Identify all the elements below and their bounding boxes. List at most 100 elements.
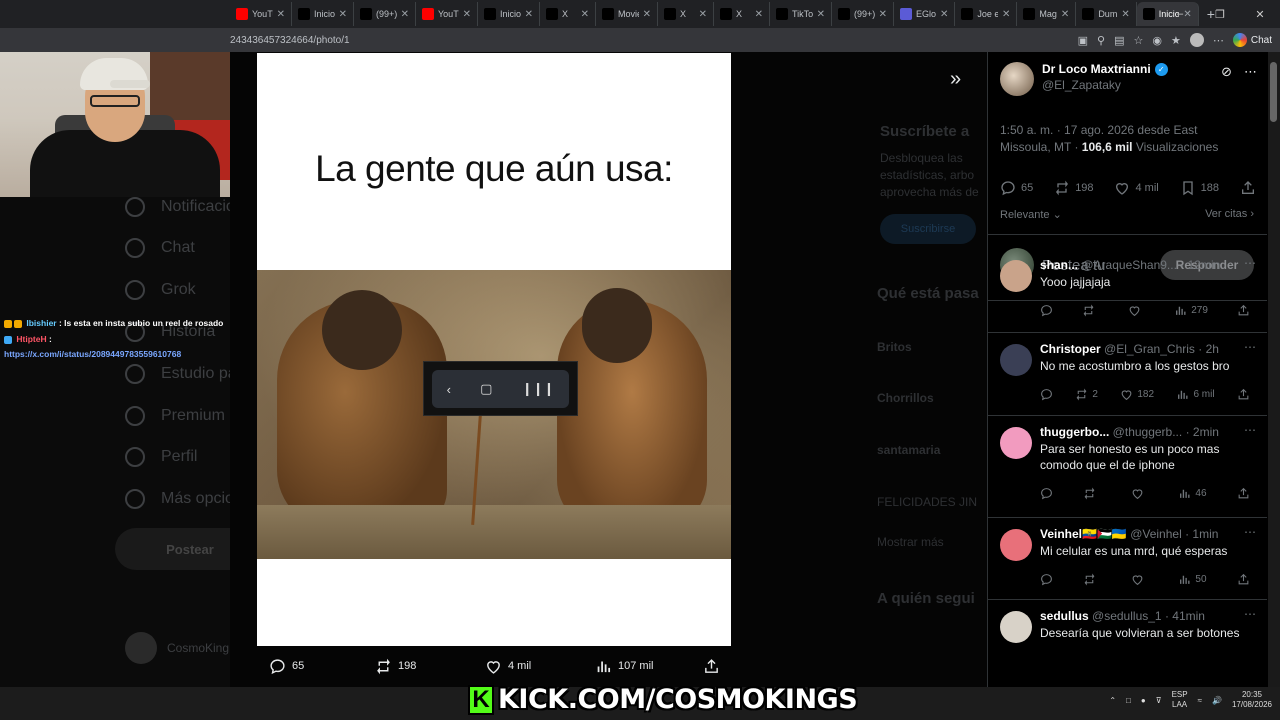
reply-author-handle[interactable]: @El_Gran_Chris	[1104, 342, 1195, 356]
like-button[interactable]	[1128, 304, 1145, 317]
trend-item[interactable]: santamaria	[877, 443, 940, 457]
close-tab-icon[interactable]: ✕	[643, 9, 651, 20]
browser-tab[interactable]: Mag ✕	[1017, 2, 1077, 26]
close-tab-icon[interactable]: ✕	[817, 9, 825, 20]
close-tab-icon[interactable]: ✕	[339, 9, 347, 20]
stream-chat-link[interactable]: https://x.com/i/status/20894497835596107…	[4, 349, 181, 360]
like-button[interactable]	[1131, 573, 1148, 586]
reply-button[interactable]	[1040, 487, 1053, 500]
browser-tab[interactable]: X ✕	[540, 2, 596, 26]
trend-item[interactable]: FELICIDADES JIN	[877, 495, 977, 509]
zoom-icon[interactable]: ⚲	[1097, 34, 1105, 47]
browser-tab[interactable]: X ✕	[658, 2, 714, 26]
trend-item[interactable]: Chorrillos	[877, 391, 934, 405]
share-button[interactable]	[1237, 388, 1250, 401]
profile-avatar-icon[interactable]	[1189, 33, 1204, 47]
subscribe-button[interactable]: Suscribirse	[880, 214, 976, 244]
browser-tab[interactable]: YouTub ✕	[230, 2, 292, 26]
reply-button[interactable]	[1040, 304, 1053, 317]
reply-author-handle[interactable]: @Veinhel	[1130, 527, 1182, 541]
reply-time[interactable]: · 12min	[1180, 258, 1220, 272]
views-button[interactable]: 6 mil	[1176, 388, 1215, 401]
sort-dropdown[interactable]: Relevante ⌄	[1000, 208, 1062, 221]
microphone-icon[interactable]: ●	[1141, 696, 1146, 705]
reply-author-handle[interactable]: @thuggerb...	[1113, 425, 1183, 439]
reply-time[interactable]: · 2h	[1198, 342, 1219, 356]
more-options-icon[interactable]: ⋯	[1244, 607, 1256, 621]
browser-tab[interactable]: YouTub ✕	[416, 2, 478, 26]
reply-author-name[interactable]: Veinhel🇪🇨🇵🇸🇺🇦	[1040, 527, 1127, 541]
reply-tweet[interactable]: shan... @AraqueShan9... · 12min ⋯ Yooo jaj…	[988, 250, 1267, 332]
reader-icon[interactable]: ▤	[1114, 34, 1124, 47]
scrollbar[interactable]	[1268, 52, 1280, 687]
close-tab-icon[interactable]: ✕	[879, 9, 887, 20]
browser-tab[interactable]: Inicio ✕	[478, 2, 540, 26]
close-window-icon[interactable]: ✕	[1240, 0, 1280, 28]
repost-button[interactable]	[1083, 573, 1100, 586]
tweet-image[interactable]: La gente que aún usa:	[257, 53, 731, 646]
view-quotes-link[interactable]: Ver citas ›	[1205, 208, 1254, 221]
reply-tweet[interactable]: thuggerbo... @thuggerb... · 2min ⋯ Para se…	[988, 417, 1267, 500]
expand-panel-icon[interactable]: »	[950, 68, 961, 91]
close-tab-icon[interactable]: ✕	[463, 9, 471, 20]
browser-tab[interactable]: Movie ✕	[596, 2, 658, 26]
close-tab-icon[interactable]: ✕	[525, 9, 533, 20]
nav-item[interactable]: Premium	[125, 406, 225, 426]
reply-author-handle[interactable]: @AraqueShan9...	[1081, 258, 1177, 272]
more-options-icon[interactable]: ⋯	[1244, 340, 1256, 354]
close-tab-icon[interactable]: ✕	[1061, 9, 1069, 20]
scrollbar-thumb[interactable]	[1270, 62, 1277, 122]
clock[interactable]: 20:35 17/08/2026	[1232, 690, 1272, 710]
reply-avatar[interactable]	[1000, 427, 1032, 459]
reply-button[interactable]	[1040, 388, 1053, 401]
account-switcher[interactable]: CosmoKing	[125, 632, 229, 664]
restore-icon[interactable]: ❐	[1200, 0, 1240, 28]
repost-button[interactable]: 2	[1075, 388, 1098, 401]
author-name[interactable]: Dr Loco Maxtrianni	[1042, 62, 1151, 76]
volume-icon[interactable]: 🔊	[1212, 696, 1222, 705]
close-tab-icon[interactable]: ✕	[1002, 9, 1010, 20]
close-tab-icon[interactable]: ✕	[699, 9, 707, 20]
like-button[interactable]	[1131, 487, 1148, 500]
views-button[interactable]: 46	[1178, 487, 1207, 500]
share-button[interactable]	[1237, 573, 1250, 586]
menu-dots-icon[interactable]: ⋯	[1213, 34, 1224, 47]
reply-author-name[interactable]: Christoper	[1040, 342, 1101, 356]
close-tab-icon[interactable]: ✕	[401, 9, 409, 20]
close-tab-icon[interactable]: ✕	[940, 9, 948, 20]
more-options-icon[interactable]: ⋯	[1244, 525, 1256, 539]
reply-author-name[interactable]: shan...	[1040, 258, 1078, 272]
author-handle[interactable]: @El_Zapataky	[1042, 78, 1168, 92]
close-tab-icon[interactable]: ✕	[277, 9, 285, 20]
reply-time[interactable]: · 2min	[1186, 425, 1219, 439]
more-options-icon[interactable]: ⋯	[1244, 256, 1256, 270]
extension-icon[interactable]: ◉	[1152, 34, 1162, 47]
nav-item[interactable]: Chat	[125, 238, 195, 258]
browser-tab[interactable]: (99+) ✕	[832, 2, 894, 26]
reply-avatar[interactable]	[1000, 344, 1032, 376]
nav-item[interactable]: Más opcion	[125, 489, 243, 509]
like-button[interactable]: 4 mil	[1114, 180, 1159, 196]
browser-tab[interactable]: Inicio ✕	[292, 2, 354, 26]
reply-author-name[interactable]: thuggerbo...	[1040, 425, 1109, 439]
battery-icon[interactable]: □	[1126, 696, 1131, 705]
close-tab-icon[interactable]: ✕	[581, 9, 589, 20]
views-button[interactable]: 279	[1174, 304, 1208, 317]
reply-tweet[interactable]: Veinhel🇪🇨🇵🇸🇺🇦 @Veinhel · 1min ⋯ Mi celular…	[988, 519, 1267, 601]
grok-explain-icon[interactable]: ⊘	[1221, 64, 1232, 80]
reply-tweet[interactable]: sedullus @sedullus_1 · 41min ⋯ Desearía qu…	[988, 601, 1267, 683]
media-like-button[interactable]: 4 mil	[485, 658, 531, 675]
media-reply-button[interactable]: 65	[269, 658, 304, 675]
reply-avatar[interactable]	[1000, 260, 1032, 292]
repost-button[interactable]	[1082, 304, 1099, 317]
bookmark-button[interactable]: 188	[1180, 180, 1219, 196]
more-options-icon[interactable]: ⋯	[1244, 423, 1256, 437]
reply-button[interactable]: 65	[1000, 180, 1033, 196]
browser-tab[interactable]: (99+) ✕	[354, 2, 416, 26]
favorites-icon[interactable]: ★	[1171, 34, 1181, 47]
share-button[interactable]	[1240, 180, 1256, 196]
repost-button[interactable]	[1083, 487, 1100, 500]
views-button[interactable]: 50	[1178, 573, 1207, 586]
media-views[interactable]: 107 mil	[595, 658, 653, 675]
share-button[interactable]	[1237, 304, 1250, 317]
